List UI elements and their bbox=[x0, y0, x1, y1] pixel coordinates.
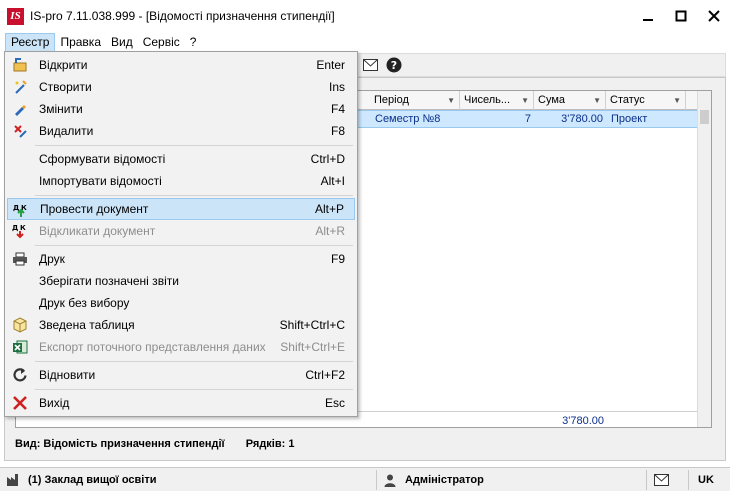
menu-item-create[interactable]: Створити Ins bbox=[7, 76, 355, 98]
org-segment[interactable]: (1) Заклад вищої освіти bbox=[6, 471, 156, 489]
user-icon bbox=[384, 474, 396, 487]
cell-period: Семестр №8 bbox=[375, 113, 441, 125]
status-separator bbox=[646, 470, 647, 490]
status-separator bbox=[688, 470, 689, 490]
menu-item-export-view[interactable]: Експорт поточного представлення даних Sh… bbox=[7, 336, 355, 358]
menu-item-delete[interactable]: Видалити F8 bbox=[7, 120, 355, 142]
cell-sum: 3'780.00 bbox=[561, 113, 603, 125]
menu-item-pivot-table[interactable]: Зведена таблиця Shift+Ctrl+C bbox=[7, 314, 355, 336]
window-controls bbox=[631, 0, 730, 32]
info-bar: Вид: Відомість призначення стипендії Ряд… bbox=[15, 435, 294, 453]
open-icon bbox=[12, 57, 28, 73]
mail-icon bbox=[654, 474, 669, 486]
rows-count: Рядків: 1 bbox=[245, 438, 295, 450]
menu-edit[interactable]: Правка bbox=[55, 33, 106, 52]
maximize-icon bbox=[675, 10, 686, 22]
menu-item-print[interactable]: Друк F9 bbox=[7, 248, 355, 270]
menu-bar: Реєстр Правка Вид Сервіс ? bbox=[0, 32, 730, 52]
title-bar: IS IS-pro 7.11.038.999 - [Відомості приз… bbox=[0, 0, 730, 32]
menu-separator bbox=[35, 361, 353, 362]
menu-help[interactable]: ? bbox=[185, 33, 202, 52]
menu-item-post-document[interactable]: ДК Провести документ Alt+P bbox=[7, 198, 355, 220]
window-title: IS-pro 7.11.038.999 - [Відомості признач… bbox=[30, 9, 335, 23]
sort-arrow-icon: ▼ bbox=[593, 96, 601, 105]
menu-item-save-marked-reports[interactable]: Зберігати позначені звіти bbox=[7, 270, 355, 292]
menu-item-refresh[interactable]: Відновити Ctrl+F2 bbox=[7, 364, 355, 386]
menu-item-generate-statements[interactable]: Сформувати відомості Ctrl+D bbox=[7, 148, 355, 170]
sort-arrow-icon: ▼ bbox=[521, 96, 529, 105]
menu-service[interactable]: Сервіс bbox=[138, 33, 185, 52]
close-icon bbox=[707, 10, 720, 22]
menu-separator bbox=[35, 389, 353, 390]
post-document-icon: ДК bbox=[13, 201, 29, 217]
maximize-button[interactable] bbox=[664, 0, 697, 32]
menu-separator bbox=[35, 195, 353, 196]
menu-item-edit[interactable]: Змінити F4 bbox=[7, 98, 355, 120]
exit-icon bbox=[12, 395, 28, 411]
status-separator bbox=[376, 470, 377, 490]
menu-item-recall-document[interactable]: ДК Відкликати документ Alt+R bbox=[7, 220, 355, 242]
refresh-icon bbox=[12, 367, 28, 383]
user-segment[interactable]: Адміністратор bbox=[384, 471, 484, 489]
sort-arrow-icon: ▼ bbox=[673, 96, 681, 105]
scrollbar-thumb[interactable] bbox=[700, 110, 709, 124]
close-button[interactable] bbox=[697, 0, 730, 32]
factory-icon bbox=[7, 474, 18, 486]
delete-icon bbox=[12, 123, 28, 139]
sort-arrow-icon: ▼ bbox=[447, 96, 455, 105]
svg-text:Д: Д bbox=[13, 204, 19, 212]
cell-status: Проект bbox=[611, 113, 648, 125]
view-label: Вид: Відомість призначення стипендії bbox=[15, 438, 225, 450]
pivot-table-icon bbox=[12, 317, 28, 333]
menu-item-exit[interactable]: Вихід Esc bbox=[7, 392, 355, 414]
svg-text:К: К bbox=[20, 224, 26, 232]
total-sum: 3'780.00 bbox=[562, 415, 604, 427]
help-icon: ? bbox=[386, 57, 402, 73]
menu-registry[interactable]: Реєстр bbox=[5, 32, 56, 52]
column-header-period[interactable]: Період ▼ bbox=[370, 91, 460, 110]
mail-icon bbox=[362, 59, 378, 71]
mail-button[interactable] bbox=[361, 56, 379, 74]
column-header-status[interactable]: Статус ▼ bbox=[606, 91, 686, 110]
svg-text:?: ? bbox=[391, 59, 397, 72]
edit-icon bbox=[12, 101, 28, 117]
create-icon bbox=[12, 79, 28, 95]
column-header-count[interactable]: Чисель... ▼ bbox=[460, 91, 534, 110]
menu-separator bbox=[35, 245, 353, 246]
menu-view[interactable]: Вид bbox=[106, 33, 138, 52]
svg-text:Д: Д bbox=[12, 224, 18, 232]
menu-item-import-statements[interactable]: Імпортувати відомості Alt+I bbox=[7, 170, 355, 192]
status-bar: (1) Заклад вищої освіти Адміністратор UK bbox=[0, 467, 730, 491]
menu-item-print-no-choice[interactable]: Друк без вибору bbox=[7, 292, 355, 314]
vertical-scrollbar[interactable] bbox=[697, 91, 711, 427]
minimize-icon bbox=[642, 19, 653, 21]
menu-item-open[interactable]: Відкрити Enter bbox=[7, 54, 355, 76]
column-header-sum[interactable]: Сума ▼ bbox=[534, 91, 606, 110]
registry-dropdown-menu: Відкрити Enter Створити Ins Змінити F4 В… bbox=[4, 51, 358, 417]
language-indicator[interactable]: UK bbox=[698, 471, 714, 489]
help-button[interactable]: ? bbox=[385, 56, 403, 74]
printer-icon bbox=[12, 251, 28, 267]
menu-separator bbox=[35, 145, 353, 146]
cell-count: 7 bbox=[524, 113, 531, 125]
unpost-document-icon: ДК bbox=[12, 223, 28, 239]
minimize-button[interactable] bbox=[631, 0, 664, 32]
excel-icon bbox=[12, 339, 28, 355]
mail-status-button[interactable] bbox=[654, 471, 669, 489]
app-logo: IS bbox=[7, 7, 24, 25]
